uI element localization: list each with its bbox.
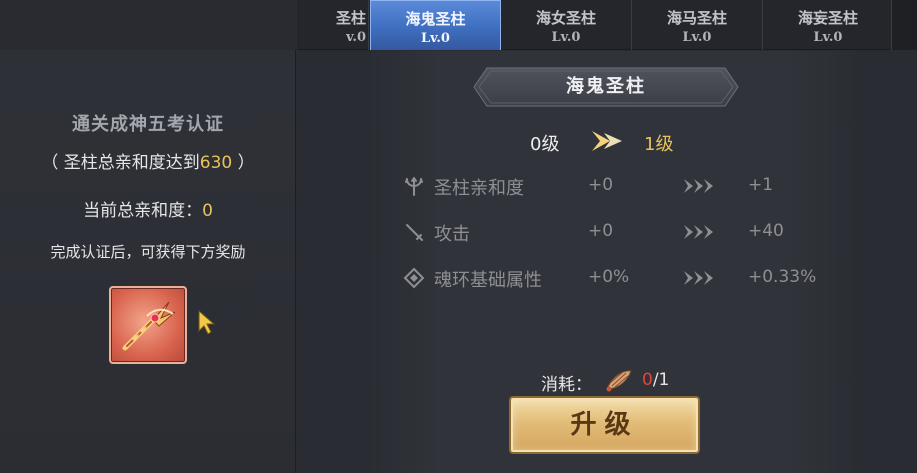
tab-name: 海马圣柱 [666,9,727,27]
tab-name: 海鬼圣柱 [405,10,466,28]
current-affinity-value: 0 [202,201,213,221]
tab-level: v.0 [346,30,366,45]
stat-label: 圣柱亲和度 [434,178,524,199]
double-chevron-icon [684,179,713,193]
current-affinity: 当前总亲和度：0 [0,196,296,221]
tab-pillar-partial[interactable]: 圣柱 v.0 [297,0,369,50]
tab-level: Lv.0 [813,30,843,45]
stat-current: +0 [588,175,614,195]
level-to: 1级 [644,134,674,155]
trident-weapon-icon [122,301,176,351]
pillar-title: 海鬼圣柱 [566,76,646,97]
stat-label: 攻击 [434,224,470,245]
tab-hainv-pillar[interactable]: 海女圣柱 Lv.0 [501,0,632,50]
stat-current: +0 [588,221,614,241]
level-up-arrow-icon [592,131,622,151]
current-affinity-label: 当前总亲和度： [83,201,203,221]
pillar-tab-bar: 圣柱 v.0 海鬼圣柱 Lv.0 海女圣柱 Lv.0 海马圣柱 Lv.0 海妄圣… [297,0,917,50]
pillar-title-plate: 海鬼圣柱 [473,67,739,107]
diamond-icon [403,267,425,289]
stat-row-soul-ring: 魂环基础属性 +0% +0.33% [400,264,860,292]
left-top-bar [0,0,296,50]
tab-level: Lv.0 [551,30,581,45]
shell-material-icon[interactable] [604,367,634,395]
requirement-suffix: ） [232,153,255,173]
stat-next: +40 [748,221,784,241]
upgrade-button[interactable]: 升级 [511,398,698,452]
requirement-prefix: （ 圣柱总亲和度达到 [41,153,200,173]
consume-need: /1 [652,370,670,390]
reward-item-slot[interactable] [109,286,187,364]
stat-next: +1 [748,175,774,195]
consume-count: 0/1 [642,370,669,390]
stat-current: +0% [588,267,630,287]
tab-name: 海妄圣柱 [797,9,858,27]
double-chevron-icon [684,271,713,285]
consume-label: 消耗： [541,375,592,395]
tab-name: 海女圣柱 [535,9,596,27]
level-from: 0级 [530,134,560,155]
certification-title: 通关成神五考认证 [72,114,224,135]
stat-label: 魂环基础属性 [434,270,542,291]
stat-next: +0.33% [748,267,817,287]
tab-bar-edge [891,0,917,50]
requirement-value: 630 [199,153,233,173]
consume-have: 0 [642,370,653,390]
reward-note: 完成认证后，可获得下方奖励 [50,243,246,261]
tab-haigui-pillar[interactable]: 海鬼圣柱 Lv.0 [370,0,501,50]
pointer-cursor-icon [198,309,216,335]
double-chevron-icon [684,225,713,239]
tab-haiwang-pillar[interactable]: 海妄圣柱 Lv.0 [763,0,894,50]
certification-panel: 通关成神五考认证 （ 圣柱总亲和度达到630 ） 当前总亲和度：0 完成认证后，… [0,0,296,473]
tab-name: 圣柱 [335,9,366,27]
trident-icon [405,177,423,196]
certification-requirement: （ 圣柱总亲和度达到630 ） [0,148,296,173]
tab-haima-pillar[interactable]: 海马圣柱 Lv.0 [632,0,763,50]
stat-row-attack: 攻击 +0 +40 [400,218,860,246]
tab-level: Lv.0 [682,30,712,45]
sword-icon [406,224,423,241]
stat-row-affinity: 圣柱亲和度 +0 +1 [400,172,860,200]
tab-level: Lv.0 [421,31,450,46]
